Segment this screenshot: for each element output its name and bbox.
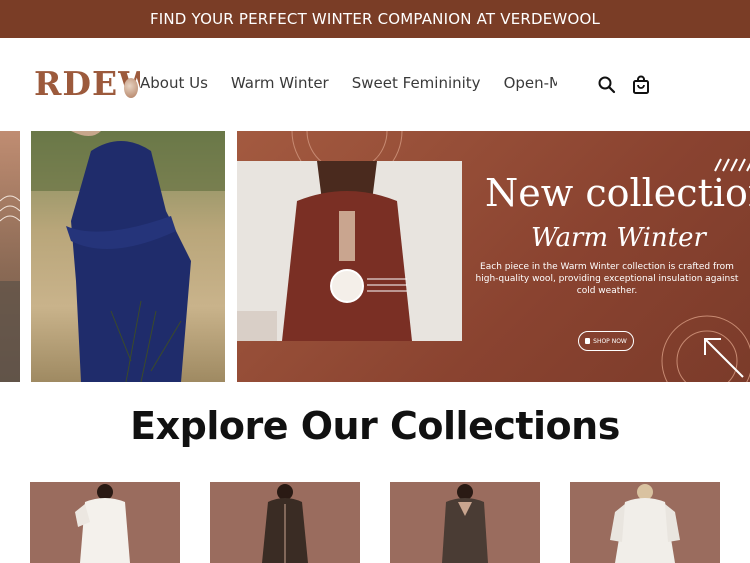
- announcement-text: FIND YOUR PERFECT WINTER COMPANION AT VE…: [149, 10, 601, 28]
- banner-description: Each piece in the Warm Winter collection…: [475, 262, 739, 296]
- arrow-up-left-icon: [699, 333, 747, 381]
- bag-icon: [585, 338, 591, 344]
- slide-image-blue-dress: [31, 131, 225, 382]
- yarn-ball-icon: [124, 78, 138, 98]
- banner-subtitle: Warm Winter: [531, 223, 706, 253]
- bag-icon[interactable]: [630, 74, 652, 96]
- logo[interactable]: RDEW: [34, 64, 140, 104]
- slide-image-partial: [0, 131, 21, 382]
- nav-item-sweet-femininity[interactable]: Sweet Femininity: [352, 74, 481, 92]
- site-header: RDEW About Us Warm Winter Sweet Feminini…: [0, 38, 750, 130]
- main-nav: About Us Warm Winter Sweet Femininity Op…: [140, 64, 557, 104]
- banner-photo: [237, 161, 462, 341]
- search-icon[interactable]: [596, 74, 618, 96]
- collections-grid: [30, 482, 720, 563]
- shop-now-button[interactable]: SHOP NOW: [578, 331, 634, 351]
- collections-title: Explore Our Collections: [130, 404, 620, 448]
- collection-card[interactable]: [570, 482, 720, 563]
- collection-card[interactable]: [210, 482, 360, 563]
- collection-card[interactable]: [30, 482, 180, 563]
- banner-title: New collection: [485, 171, 750, 215]
- nav-item-about-us[interactable]: About Us: [140, 74, 208, 92]
- hero-carousel[interactable]: New collection Warm Winter Each piece in…: [0, 131, 750, 382]
- nav-item-open[interactable]: Open-M: [504, 74, 557, 92]
- slide-banner-new-collection[interactable]: New collection Warm Winter Each piece in…: [237, 131, 750, 382]
- collection-card[interactable]: [390, 482, 540, 563]
- announcement-bar: FIND YOUR PERFECT WINTER COMPANION AT VE…: [0, 0, 750, 38]
- nav-item-warm-winter[interactable]: Warm Winter: [231, 74, 329, 92]
- shop-now-label: SHOP NOW: [593, 337, 627, 345]
